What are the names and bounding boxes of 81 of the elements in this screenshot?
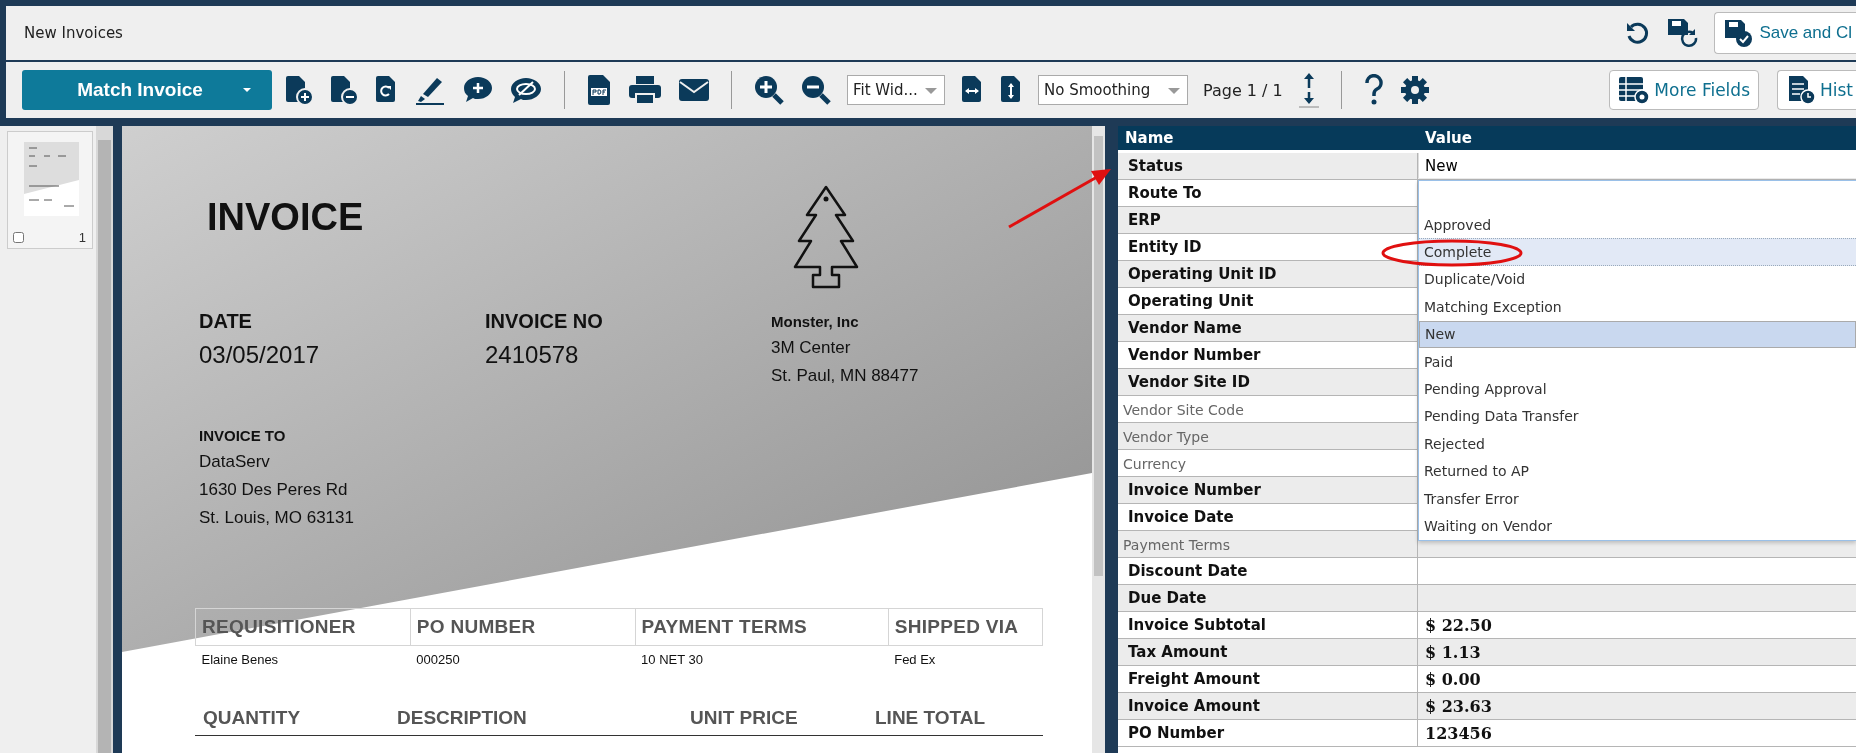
mail-icon[interactable] [678, 77, 710, 103]
save-check-icon [1723, 18, 1754, 48]
scrollbar[interactable] [1092, 126, 1105, 753]
status-input[interactable]: New [1418, 153, 1856, 178]
invoice-title: INVOICE [207, 196, 365, 239]
page-number: 1 [78, 230, 86, 245]
dropdown-option[interactable]: New [1419, 320, 1856, 348]
table-cell: Fed Ex [888, 645, 1043, 673]
match-invoice-button[interactable]: Match Invoice [22, 70, 272, 110]
dropdown-option[interactable]: Matching Exception [1419, 293, 1856, 321]
hidden-comment-icon[interactable] [509, 75, 543, 105]
dropdown-option[interactable]: Complete [1419, 238, 1856, 266]
dropdown-option[interactable]: Rejected [1419, 430, 1856, 458]
dropdown-option[interactable]: Duplicate/Void [1419, 265, 1856, 294]
column-header: LINE TOTAL [875, 707, 987, 729]
table-cell: Elaine Benes [195, 645, 411, 673]
table-cell: 000250 [410, 645, 636, 673]
zoom-in-icon[interactable] [753, 74, 785, 106]
field-name: Discount Date [1118, 558, 1418, 584]
field-name: Invoice Amount [1118, 693, 1418, 719]
tree-logo-icon [791, 185, 861, 289]
column-header: PO NUMBER [410, 608, 636, 646]
field-name: Due Date [1118, 585, 1418, 611]
company-name: Monster, Inc [771, 312, 860, 332]
window-title: New Invoices [24, 24, 123, 42]
field-value: $ 23.63 [1424, 695, 1493, 718]
column-header: Value [1424, 129, 1473, 147]
dropdown-option[interactable]: Paid [1419, 347, 1856, 376]
invoice-number-label: INVOICE NO [485, 310, 604, 333]
page-total: 1 [1272, 80, 1283, 100]
page-label: Page 1 / [1203, 80, 1268, 100]
page-thumbnail[interactable]: 1 [7, 131, 93, 249]
field-value: $ 1.13 [1424, 641, 1482, 664]
invoice-date: 03/05/2017 [199, 341, 321, 369]
field-name: Tax Amount [1118, 639, 1418, 665]
column-header: UNIT PRICE [690, 707, 799, 729]
page-up-down-icon[interactable] [1297, 72, 1320, 108]
invoice-number: 2410578 [485, 341, 580, 369]
add-page-icon[interactable] [284, 74, 314, 106]
save-and-close-button[interactable]: Save and Cl [1714, 12, 1856, 54]
column-header: DESCRIPTION [397, 707, 528, 729]
field-name: Invoice Subtotal [1118, 612, 1418, 638]
zoom-out-icon[interactable] [800, 74, 832, 106]
print-icon[interactable] [627, 74, 663, 106]
help-icon[interactable] [1362, 74, 1385, 106]
add-comment-icon[interactable] [462, 75, 494, 105]
field-value: 123456 [1424, 722, 1493, 745]
dropdown-option[interactable]: Pending Approval [1419, 375, 1856, 403]
remove-page-icon[interactable] [329, 74, 359, 106]
zoom-select[interactable]: Fit Wid... [847, 75, 945, 105]
dropdown-option[interactable]: Waiting on Vendor [1419, 512, 1856, 540]
dropdown-option[interactable]: Transfer Error [1419, 484, 1856, 513]
more-fields-button[interactable]: More Fields [1609, 70, 1759, 110]
smoothing-select[interactable]: No Smoothing [1038, 75, 1188, 105]
field-value: $ 0.00 [1424, 668, 1482, 691]
document-clock-icon [1786, 75, 1816, 105]
scrollbar[interactable] [96, 126, 113, 753]
column-header: QUANTITY [203, 707, 302, 729]
column-header: REQUISITIONER [195, 608, 411, 646]
field-value: $ 22.50 [1424, 614, 1493, 637]
dropdown-option[interactable]: Approved [1419, 211, 1856, 239]
field-name: Freight Amount [1118, 666, 1418, 692]
column-header: Name [1124, 129, 1175, 147]
table-cell: 10 NET 30 [635, 645, 889, 673]
date-label: DATE [199, 310, 253, 333]
field-name: PO Number [1118, 720, 1418, 746]
customer-address: 1630 Des Peres Rd [199, 479, 349, 501]
bill-to-label: INVOICE TO [199, 426, 287, 446]
company-address: St. Paul, MN 88477 [771, 365, 920, 387]
column-header: PAYMENT TERMS [635, 608, 889, 646]
settings-icon[interactable] [1399, 75, 1430, 105]
dropdown-option[interactable]: Pending Data Transfer [1419, 402, 1856, 431]
customer-address: St. Louis, MO 63131 [199, 507, 355, 529]
page-checkbox[interactable] [13, 232, 24, 243]
pdf-file-icon[interactable] [586, 73, 612, 107]
dropdown-option[interactable]: Returned to AP [1419, 457, 1856, 485]
column-header: SHIPPED VIA [888, 608, 1043, 646]
customer-name: DataServ [199, 451, 271, 473]
company-address: 3M Center [771, 337, 852, 359]
table-eye-icon [1618, 75, 1651, 105]
history-button[interactable]: Hist [1777, 70, 1856, 110]
